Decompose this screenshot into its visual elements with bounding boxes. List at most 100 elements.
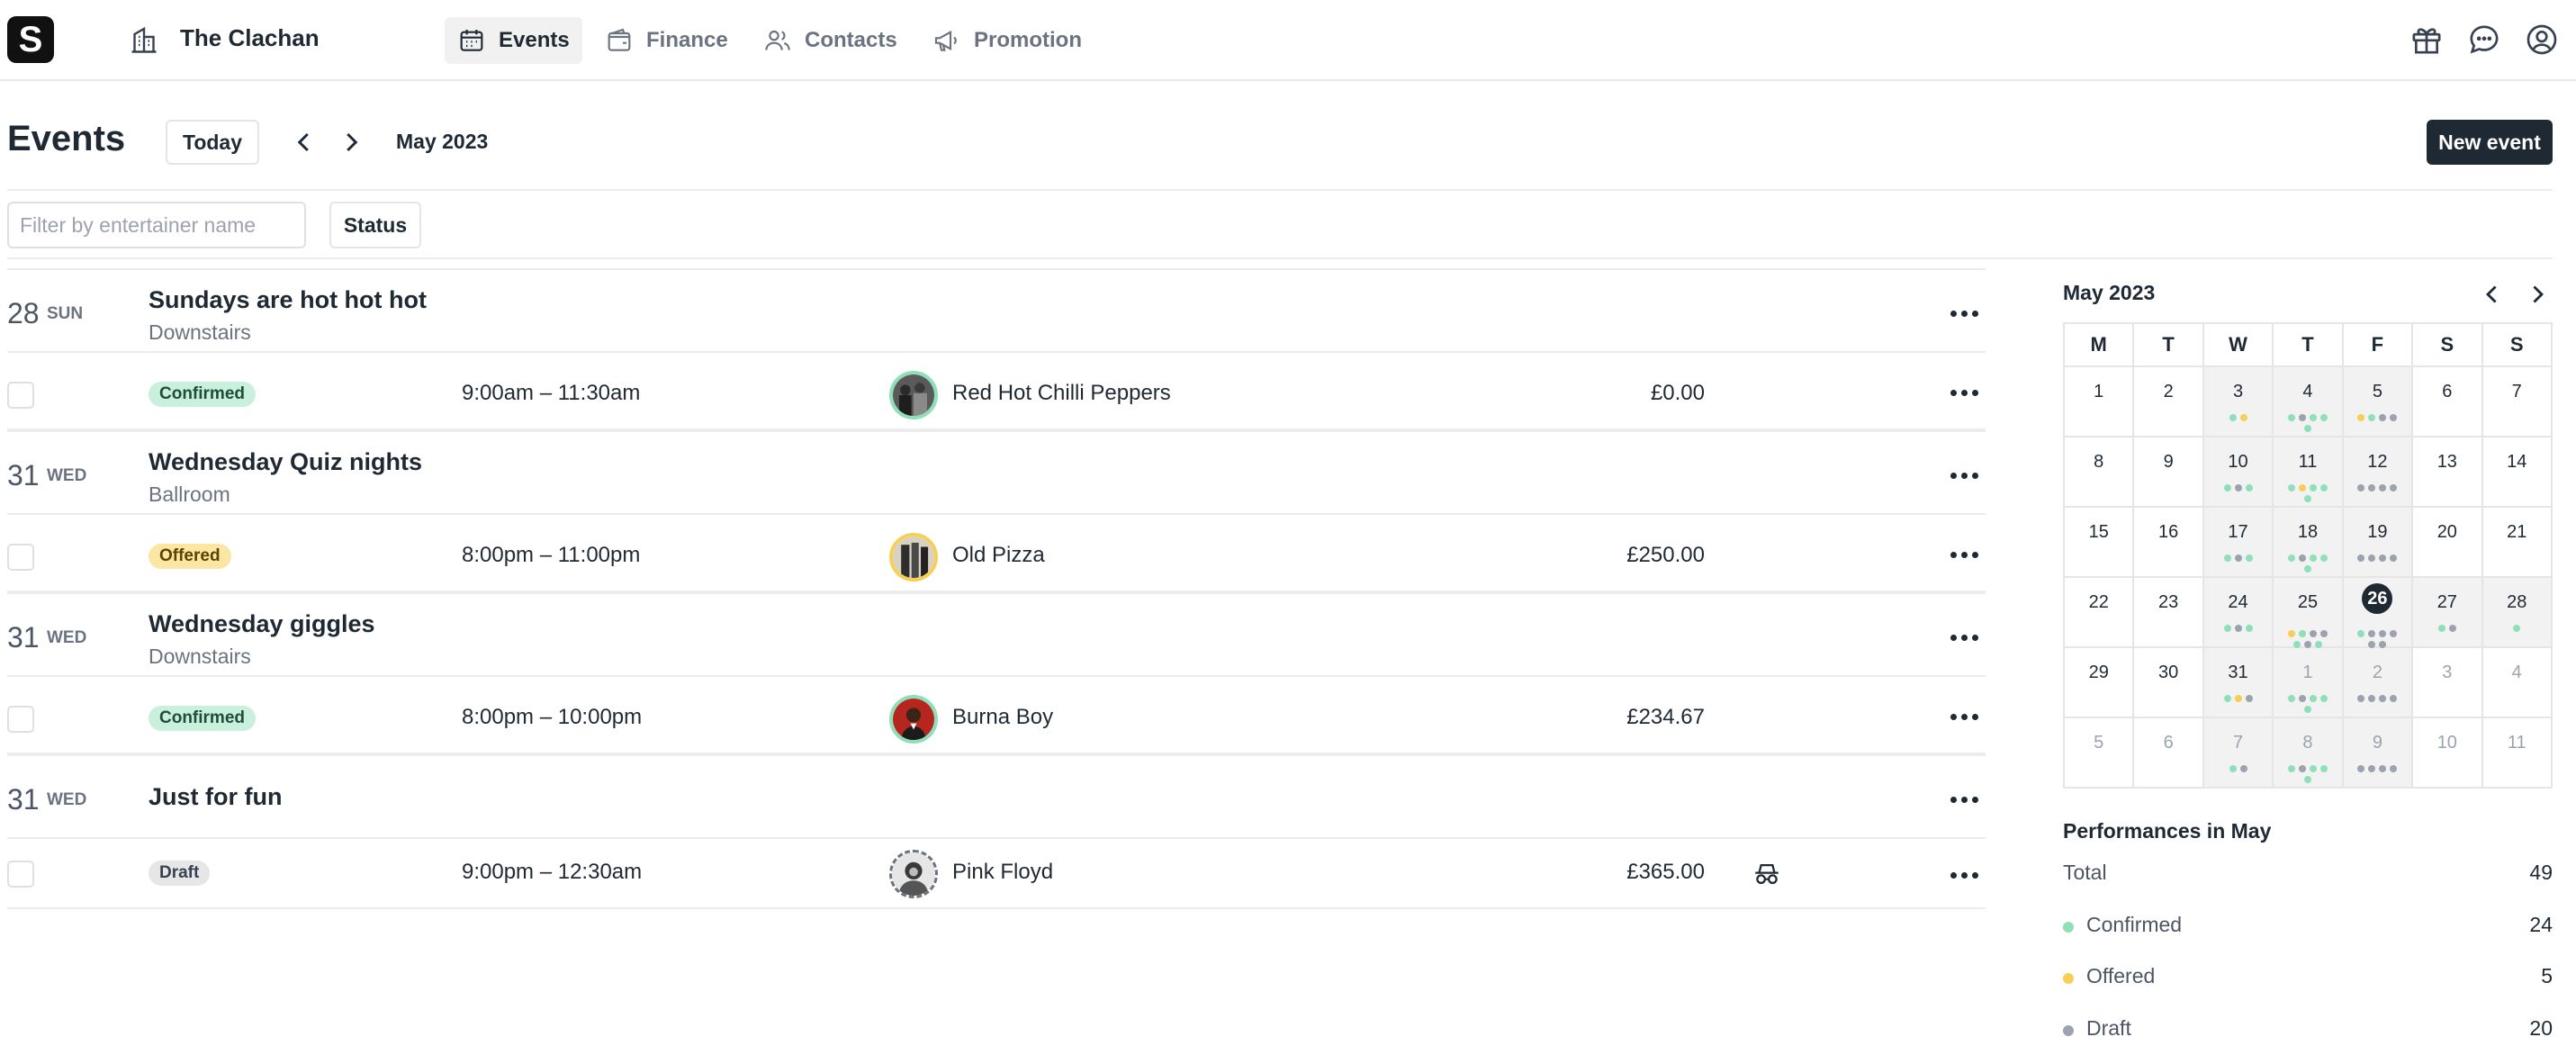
calendar-day[interactable]: 1 (2274, 648, 2344, 718)
calendar-day[interactable]: 2 (2134, 367, 2204, 437)
calendar-day[interactable]: 9 (2343, 718, 2414, 789)
performance-checkbox[interactable] (7, 861, 34, 888)
calendar-day[interactable]: 25 (2274, 578, 2344, 648)
venue-name[interactable]: The Clachan (180, 24, 320, 52)
performance-more-options-icon[interactable] (1942, 700, 1986, 733)
calendar-day[interactable]: 18 (2274, 508, 2344, 578)
entertainer-name[interactable]: Pink Floyd (952, 860, 1053, 885)
calendar-day[interactable]: 15 (2065, 508, 2135, 578)
summary-value: 5 (2541, 964, 2553, 987)
calendar-day[interactable]: 8 (2274, 718, 2344, 789)
nav-item-promotion[interactable]: Promotion (920, 17, 1094, 64)
calendar-day[interactable]: 6 (2134, 718, 2204, 789)
performance-fee: £234.67 (1626, 705, 1705, 729)
entertainer-name[interactable]: Old Pizza (952, 543, 1045, 568)
performance-row[interactable]: Draft 9:00pm – 12:30am Pink Floyd £365.0… (7, 837, 1986, 909)
summary-offered[interactable]: Offered 5 (2063, 964, 2553, 995)
calendar-day[interactable]: 8 (2065, 437, 2135, 508)
account-icon[interactable] (2524, 22, 2560, 58)
new-event-button[interactable]: New event (2427, 120, 2553, 165)
performance-row[interactable]: Offered 8:00pm – 11:00pm Old Pizza £250.… (7, 513, 1986, 592)
calendar-day[interactable]: 20 (2413, 508, 2483, 578)
chevron-right-icon[interactable] (2522, 279, 2553, 310)
nav-item-events[interactable]: Events (445, 17, 582, 64)
calendar-day[interactable]: 17 (2203, 508, 2274, 578)
event-title[interactable]: Wednesday giggles (149, 610, 375, 638)
calendar-day[interactable]: 26 (2343, 578, 2414, 648)
status-filter-button[interactable]: Status (329, 202, 421, 248)
performance-dots (2413, 625, 2481, 636)
calendar-day[interactable]: 31 (2203, 648, 2274, 718)
calendar-day[interactable]: 14 (2482, 437, 2553, 508)
entertainer-name[interactable]: Burna Boy (952, 705, 1053, 730)
calendar-day[interactable]: 22 (2065, 578, 2135, 648)
event-day-number: 28 (7, 297, 40, 329)
gift-icon[interactable] (2409, 22, 2445, 58)
event-header[interactable]: 31 WED Wednesday Quiz nights Ballroom (7, 430, 1986, 513)
event-title[interactable]: Just for fun (149, 783, 283, 811)
entertainer-avatar (889, 533, 938, 582)
calendar-day[interactable]: 19 (2343, 508, 2414, 578)
event-more-options-icon[interactable] (1942, 459, 1986, 491)
summary-confirmed[interactable]: Confirmed 24 (2063, 913, 2553, 943)
chevron-left-icon[interactable] (288, 126, 320, 158)
performance-time: 8:00pm – 10:00pm (462, 705, 643, 729)
calendar-day[interactable]: 5 (2343, 367, 2414, 437)
performance-checkbox[interactable] (7, 382, 34, 409)
calendar-day[interactable]: 10 (2413, 718, 2483, 789)
calendar-day[interactable]: 1 (2065, 367, 2135, 437)
app-logo[interactable]: S (7, 16, 54, 63)
calendar-day[interactable]: 6 (2413, 367, 2483, 437)
summary-value: 49 (2529, 861, 2553, 884)
chat-icon[interactable] (2466, 22, 2502, 58)
calendar-day[interactable]: 7 (2482, 367, 2553, 437)
chevron-right-icon[interactable] (335, 126, 367, 158)
entertainer-filter-input[interactable] (7, 202, 306, 248)
event-more-options-icon[interactable] (1942, 297, 1986, 329)
event-title[interactable]: Wednesday Quiz nights (149, 448, 422, 476)
event-more-options-icon[interactable] (1942, 621, 1986, 654)
entertainer-name[interactable]: Red Hot Chilli Peppers (952, 381, 1171, 406)
calendar-day[interactable]: 29 (2065, 648, 2135, 718)
today-button[interactable]: Today (166, 120, 259, 165)
calendar-day[interactable]: 2 (2343, 648, 2414, 718)
calendar-day[interactable]: 16 (2134, 508, 2204, 578)
event-header[interactable]: 31 WED Wednesday giggles Downstairs (7, 592, 1986, 675)
calendar-day[interactable]: 13 (2413, 437, 2483, 508)
performance-more-options-icon[interactable] (1942, 376, 1986, 409)
event-day-number: 31 (7, 621, 40, 654)
performance-row[interactable]: Confirmed 9:00am – 11:30am Red Hot Chill… (7, 351, 1986, 430)
calendar-day[interactable]: 11 (2482, 718, 2553, 789)
performance-checkbox[interactable] (7, 706, 34, 733)
calendar-day[interactable]: 7 (2203, 718, 2274, 789)
calendar-day[interactable]: 4 (2274, 367, 2344, 437)
nav-item-contacts[interactable]: Contacts (751, 17, 910, 64)
performance-more-options-icon[interactable] (1942, 859, 1986, 891)
nav-item-finance[interactable]: Finance (592, 17, 741, 64)
calendar-day[interactable]: 9 (2134, 437, 2204, 508)
chevron-left-icon[interactable] (2477, 279, 2508, 310)
calendar-day[interactable]: 3 (2413, 648, 2483, 718)
mini-calendar-month: May 2023 (2063, 281, 2156, 304)
calendar-day[interactable]: 30 (2134, 648, 2204, 718)
event-header[interactable]: 31 WED Just for fun (7, 754, 1986, 837)
calendar-day[interactable]: 12 (2343, 437, 2414, 508)
performance-checkbox[interactable] (7, 544, 34, 571)
event-title[interactable]: Sundays are hot hot hot (149, 286, 427, 314)
calendar-day[interactable]: 28 (2482, 578, 2553, 648)
calendar-day[interactable]: 10 (2203, 437, 2274, 508)
event-more-options-icon[interactable] (1942, 783, 1986, 816)
summary-draft[interactable]: Draft 20 (2063, 1016, 2553, 1047)
calendar-day[interactable]: 4 (2482, 648, 2553, 718)
calendar-day[interactable]: 11 (2274, 437, 2344, 508)
performance-row[interactable]: Confirmed 8:00pm – 10:00pm Burna Boy £23… (7, 675, 1986, 754)
calendar-day[interactable]: 24 (2203, 578, 2274, 648)
calendar-day[interactable]: 21 (2482, 508, 2553, 578)
performance-more-options-icon[interactable] (1942, 538, 1986, 571)
calendar-weekday-header: M T W T F S S (2065, 324, 2553, 367)
event-header[interactable]: 28 SUN Sundays are hot hot hot Downstair… (7, 268, 1986, 351)
calendar-day[interactable]: 27 (2413, 578, 2483, 648)
calendar-day[interactable]: 23 (2134, 578, 2204, 648)
calendar-day[interactable]: 3 (2203, 367, 2274, 437)
calendar-day[interactable]: 5 (2065, 718, 2135, 789)
